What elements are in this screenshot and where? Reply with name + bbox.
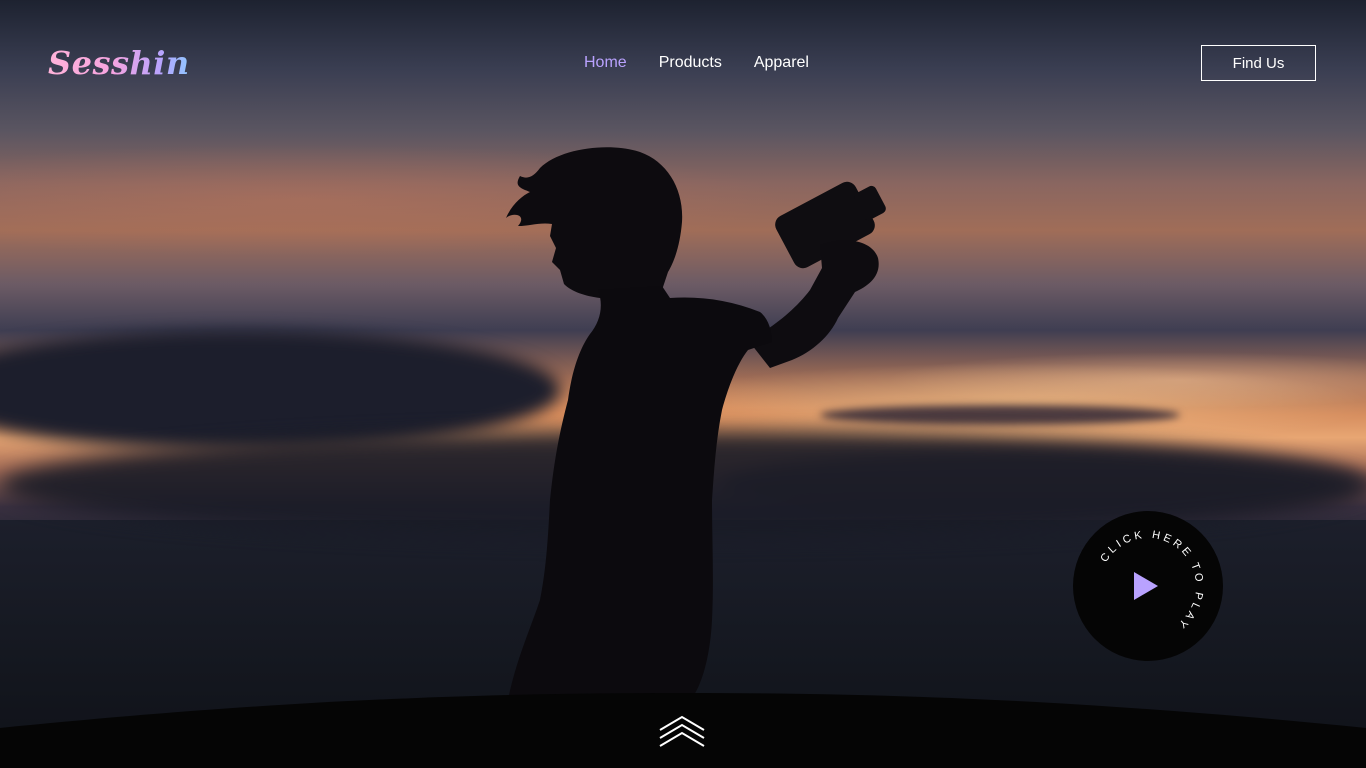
- play-icon: [1134, 572, 1158, 600]
- main-nav: Home Products Apparel: [584, 54, 809, 72]
- logo[interactable]: Sesshin: [48, 44, 190, 82]
- play-badge-graphic: CLICK HERE TO PLAY: [1098, 529, 1205, 632]
- landing-page: Sesshin Home Products Apparel Find Us CL…: [0, 0, 1366, 768]
- nav-item-home[interactable]: Home: [584, 54, 627, 72]
- play-badge-text: CLICK HERE TO PLAY: [1098, 529, 1205, 632]
- nav-item-apparel[interactable]: Apparel: [754, 54, 809, 72]
- double-chevron-up-icon: [659, 715, 705, 747]
- nav-item-products[interactable]: Products: [659, 54, 722, 72]
- find-us-button[interactable]: Find Us: [1201, 45, 1316, 81]
- scroll-up-button[interactable]: [657, 714, 707, 748]
- play-badge-text-path: CLICK HERE TO PLAY: [1098, 529, 1202, 632]
- play-video-button[interactable]: CLICK HERE TO PLAY: [1073, 511, 1223, 661]
